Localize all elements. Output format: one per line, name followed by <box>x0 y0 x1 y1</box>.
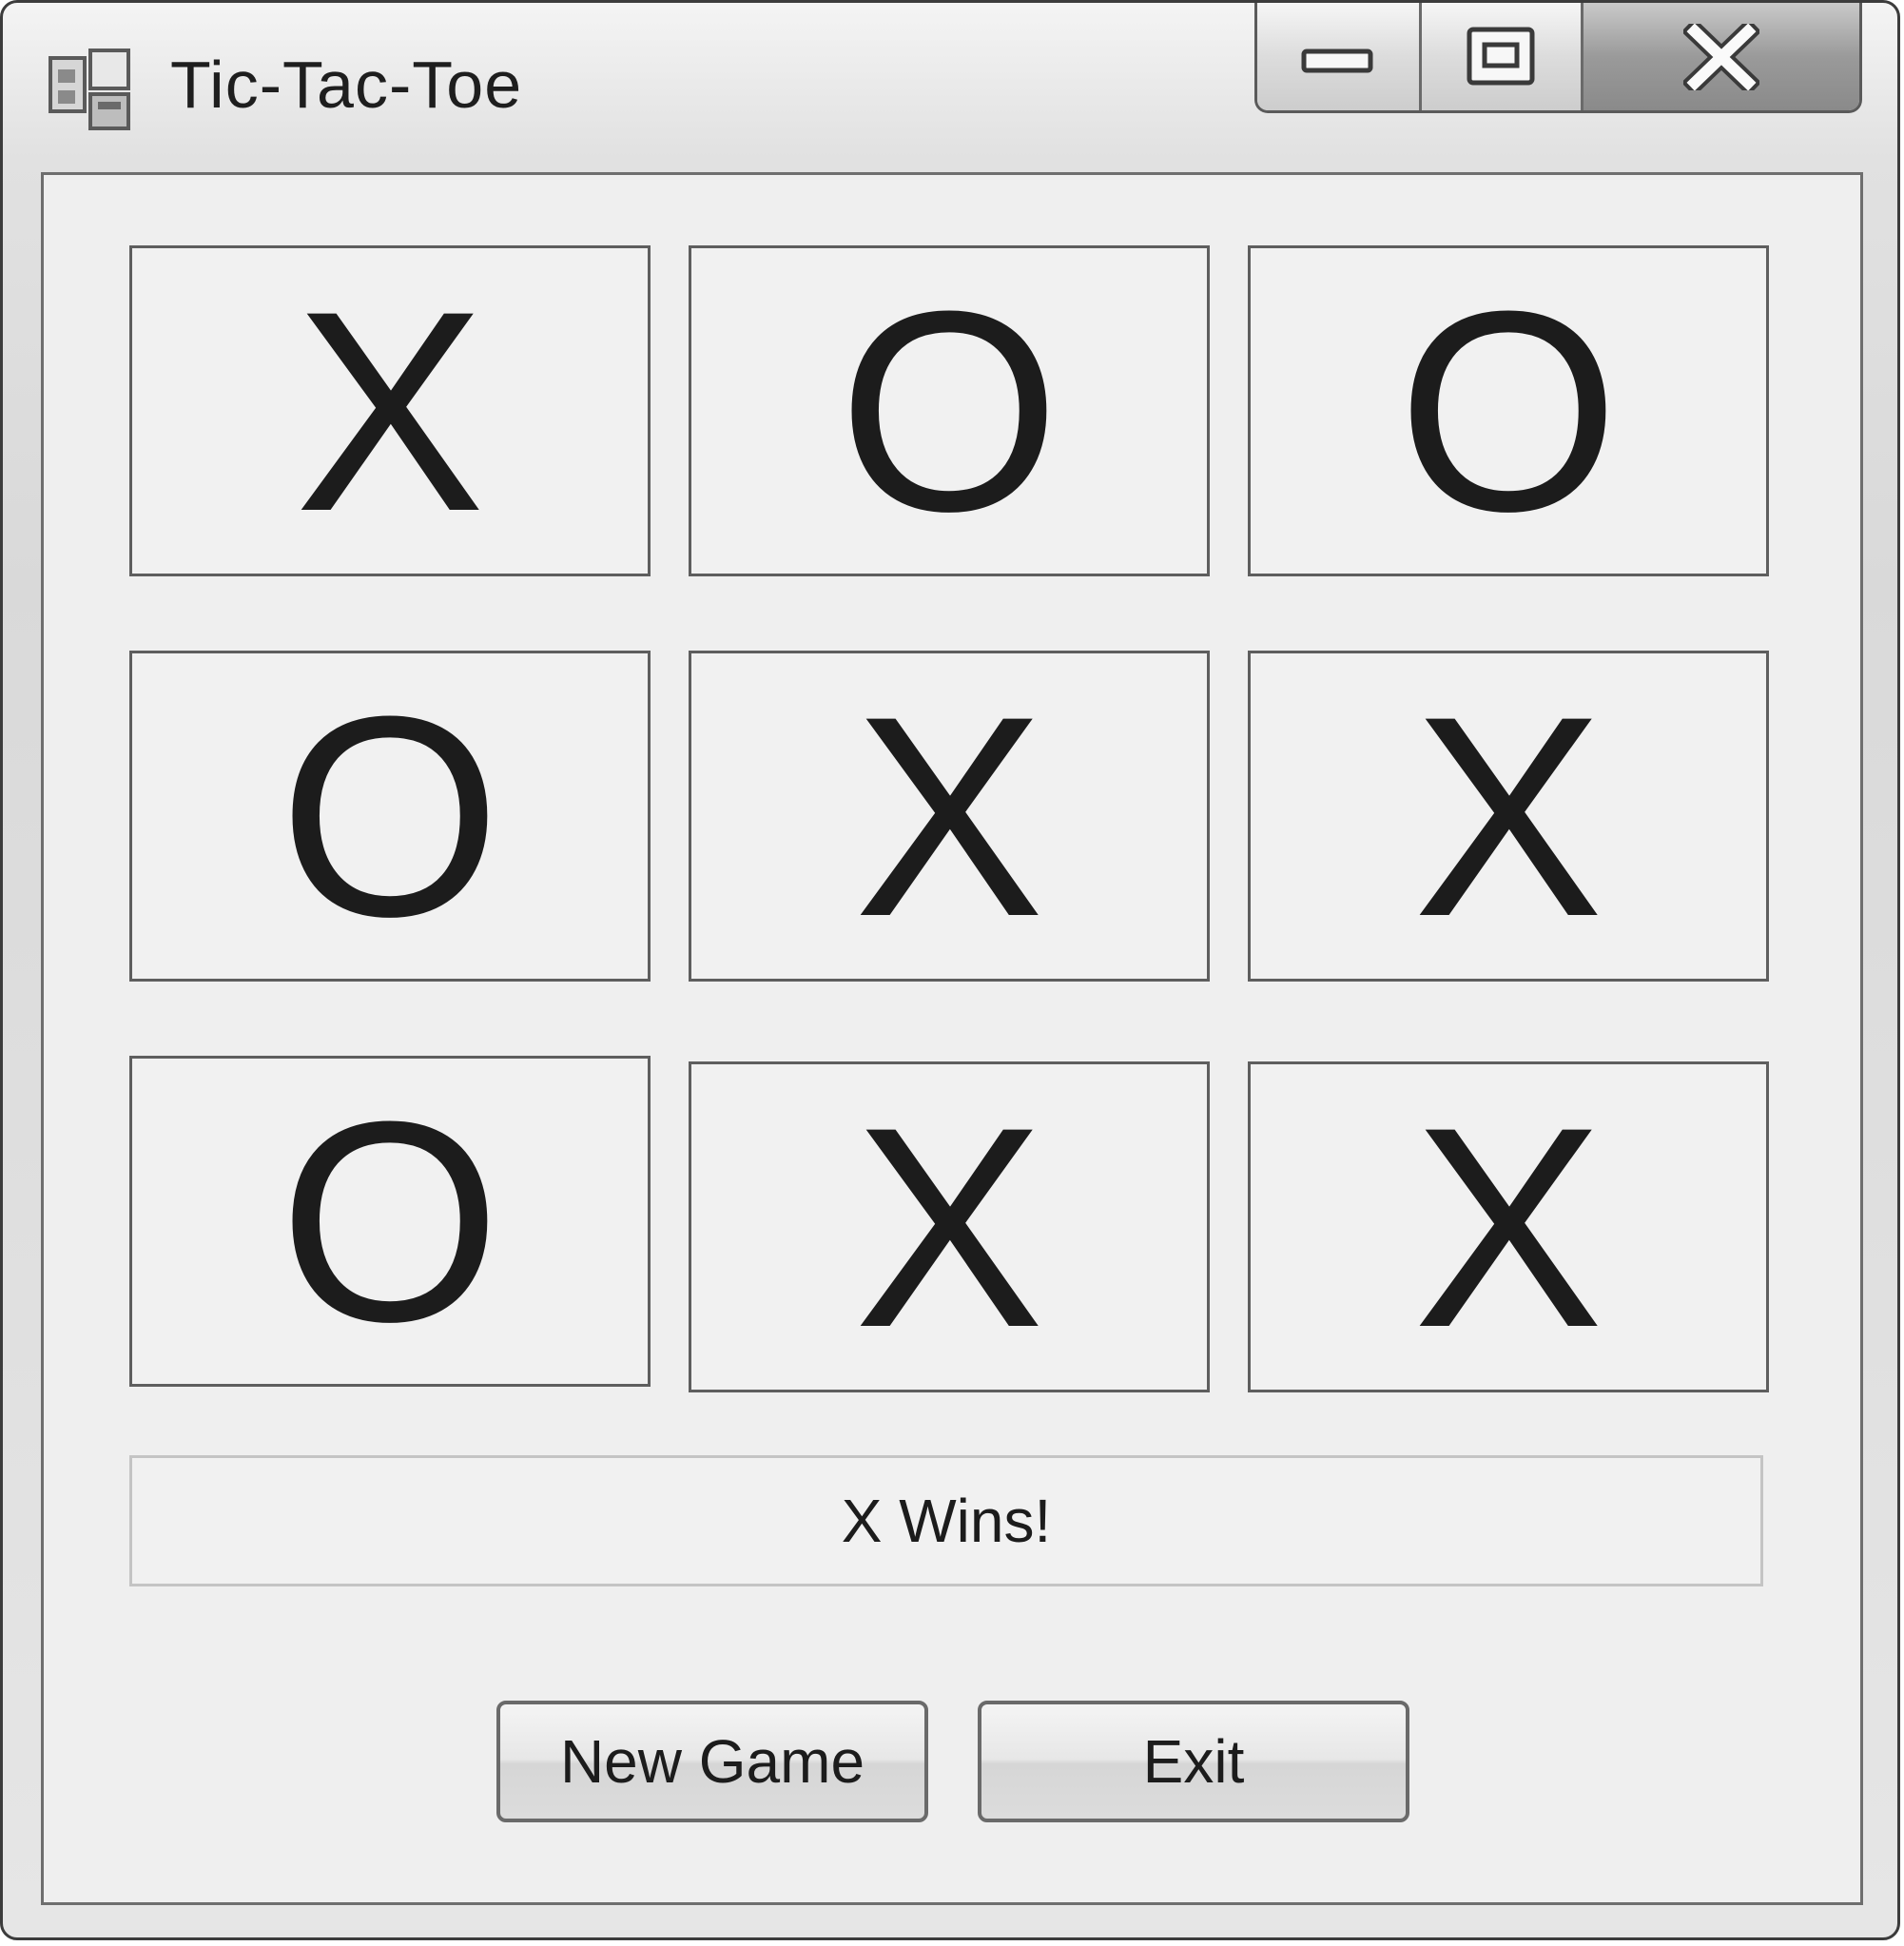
minimize-icon <box>1301 49 1373 72</box>
caption-buttons <box>1254 3 1862 113</box>
board-cell-r3c3[interactable]: X <box>1248 1061 1769 1392</box>
maximize-icon <box>1467 27 1534 85</box>
title-bar[interactable]: Tic-Tac-Toe <box>3 3 1897 165</box>
game-status-label: X Wins! <box>129 1455 1763 1586</box>
exit-button[interactable]: Exit <box>978 1701 1409 1822</box>
board-cell-r1c1[interactable]: X <box>129 245 651 576</box>
maximize-button[interactable] <box>1422 3 1583 110</box>
app-window: Tic-Tac-Toe X O O O X X O X X X Wins! Ne… <box>0 0 1900 1940</box>
board-cell-r3c1[interactable]: O <box>129 1056 651 1387</box>
close-button[interactable] <box>1583 3 1859 110</box>
board-cell-r2c2[interactable]: X <box>689 651 1210 982</box>
new-game-button[interactable]: New Game <box>496 1701 928 1822</box>
window-title: Tic-Tac-Toe <box>170 48 523 122</box>
form-window-icon <box>49 49 130 130</box>
board-cell-r2c1[interactable]: O <box>129 651 651 982</box>
form-client-area: X O O O X X O X X X Wins! New Game Exit <box>41 172 1863 1905</box>
minimize-button[interactable] <box>1257 3 1422 110</box>
board-cell-r2c3[interactable]: X <box>1248 651 1769 982</box>
close-icon <box>1683 23 1759 90</box>
board-cell-r1c2[interactable]: O <box>689 245 1210 576</box>
board-cell-r1c3[interactable]: O <box>1248 245 1769 576</box>
board-cell-r3c2[interactable]: X <box>689 1061 1210 1392</box>
